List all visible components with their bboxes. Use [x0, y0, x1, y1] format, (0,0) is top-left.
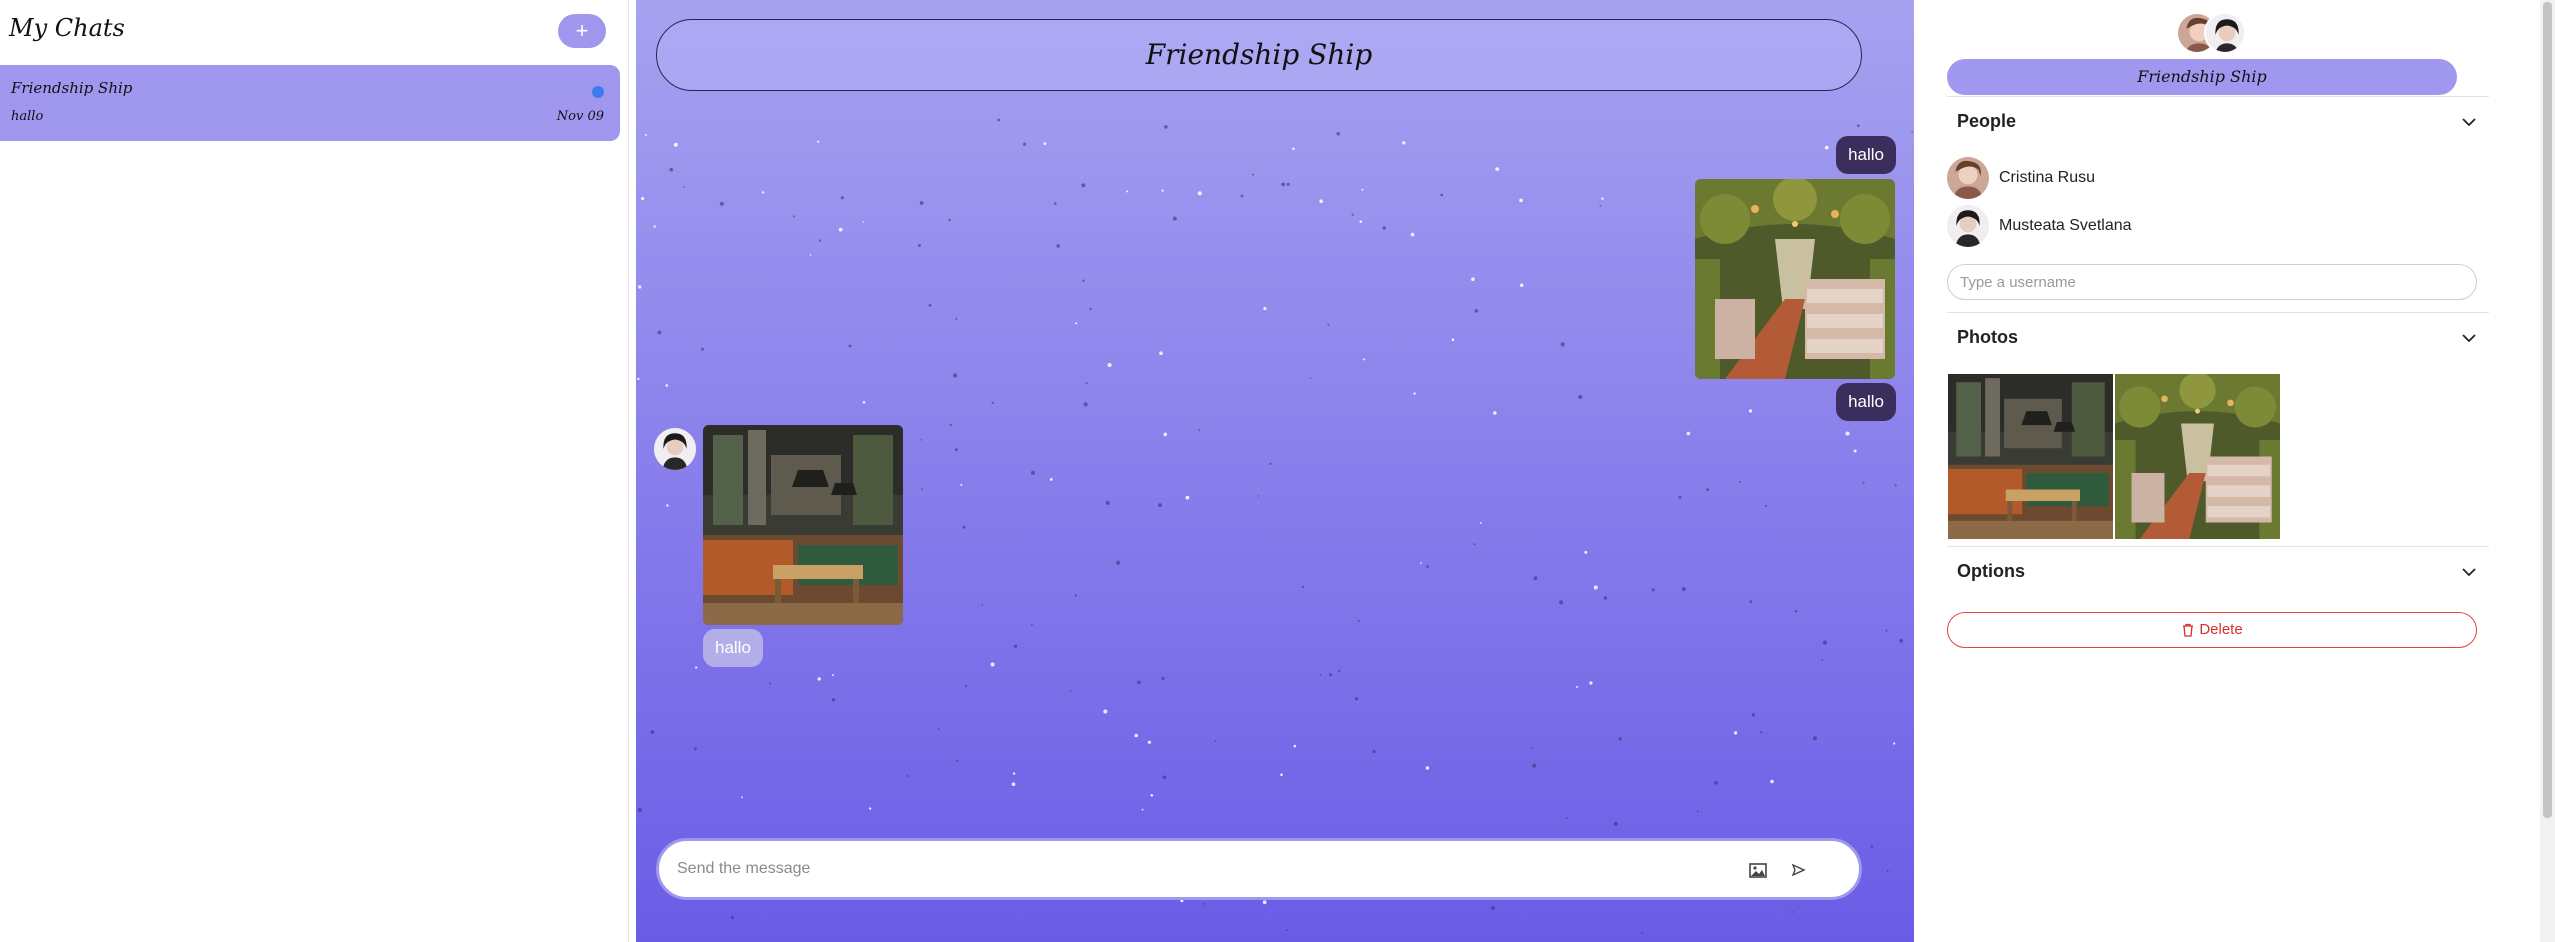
chat-list-sidebar: My Chats + Friendship Ship hallo Nov 09 [0, 0, 620, 942]
chat-item-date: Nov 09 [556, 109, 604, 124]
username-input[interactable] [1947, 264, 2477, 300]
page-scrollbar[interactable] [2540, 0, 2555, 942]
group-avatar-2 [2204, 12, 2246, 54]
chevron-down-icon [2462, 334, 2476, 343]
new-chat-button[interactable]: + [558, 14, 606, 48]
section-photos-toggle[interactable]: Photos [1947, 312, 2489, 362]
section-title: Photos [1957, 327, 2018, 347]
plus-icon: + [575, 18, 589, 43]
section-title: Options [1957, 561, 2025, 581]
restaurant-garden-photo [1695, 179, 1895, 379]
avatar-image [654, 428, 696, 470]
chevron-down-icon [2462, 568, 2476, 577]
avatar-image [2206, 14, 2246, 54]
chat-list-item[interactable]: Friendship Ship hallo Nov 09 [0, 65, 620, 141]
message-image-incoming[interactable] [703, 425, 903, 625]
chat-panel: Friendship Ship hallo hallo hallo [636, 0, 1914, 942]
divider [628, 0, 629, 942]
photo-thumbnail[interactable] [2115, 374, 2280, 539]
section-options-toggle[interactable]: Options [1947, 546, 2489, 596]
person-item[interactable]: Musteata Svetlana [1947, 205, 2489, 249]
person-name: Cristina Rusu [1999, 169, 2096, 186]
avatar [1947, 157, 1989, 199]
message-bubble-outgoing[interactable]: hallo [1836, 383, 1896, 421]
sender-avatar [654, 428, 696, 470]
trash-icon [2183, 623, 2194, 637]
unread-indicator [592, 86, 604, 98]
photo-thumbnail[interactable] [1948, 374, 2113, 539]
avatar-image [1947, 157, 1989, 199]
app-window: My Chats + Friendship Ship hallo Nov 09 … [0, 0, 2555, 942]
sidebar-title: My Chats [9, 14, 125, 42]
send-button[interactable] [1787, 859, 1809, 881]
chat-title: Friendship Ship [656, 19, 1862, 91]
person-name: Musteata Svetlana [1999, 217, 2132, 234]
avatar-image [1947, 205, 1989, 247]
delete-chat-button[interactable]: Delete [1947, 612, 2477, 648]
section-people-toggle[interactable]: People [1947, 96, 2489, 146]
chevron-down-icon [2462, 118, 2476, 127]
message-composer [656, 838, 1862, 900]
delete-label: Delete [2199, 621, 2243, 638]
restaurant-interior-photo [1948, 374, 2113, 539]
section-title: People [1957, 111, 2017, 131]
message-image-outgoing[interactable] [1695, 179, 1895, 379]
chat-details-panel: Friendship Ship People Cristina Rusu Mus… [1914, 0, 2540, 942]
send-icon [1791, 863, 1806, 877]
scrollbar-thumb[interactable] [2543, 2, 2552, 818]
message-input[interactable] [677, 855, 1677, 883]
message-bubble-incoming[interactable]: hallo [703, 629, 763, 667]
image-icon [1749, 863, 1767, 878]
group-name-badge: Friendship Ship [1947, 59, 2457, 95]
attach-image-button[interactable] [1747, 859, 1769, 881]
restaurant-interior-photo [703, 425, 903, 625]
chat-item-preview: hallo [11, 109, 44, 124]
restaurant-garden-photo [2115, 374, 2280, 539]
message-bubble-outgoing[interactable]: hallo [1836, 136, 1896, 174]
avatar [1947, 205, 1989, 247]
person-item[interactable]: Cristina Rusu [1947, 157, 2489, 201]
chat-item-name: Friendship Ship [11, 79, 133, 97]
